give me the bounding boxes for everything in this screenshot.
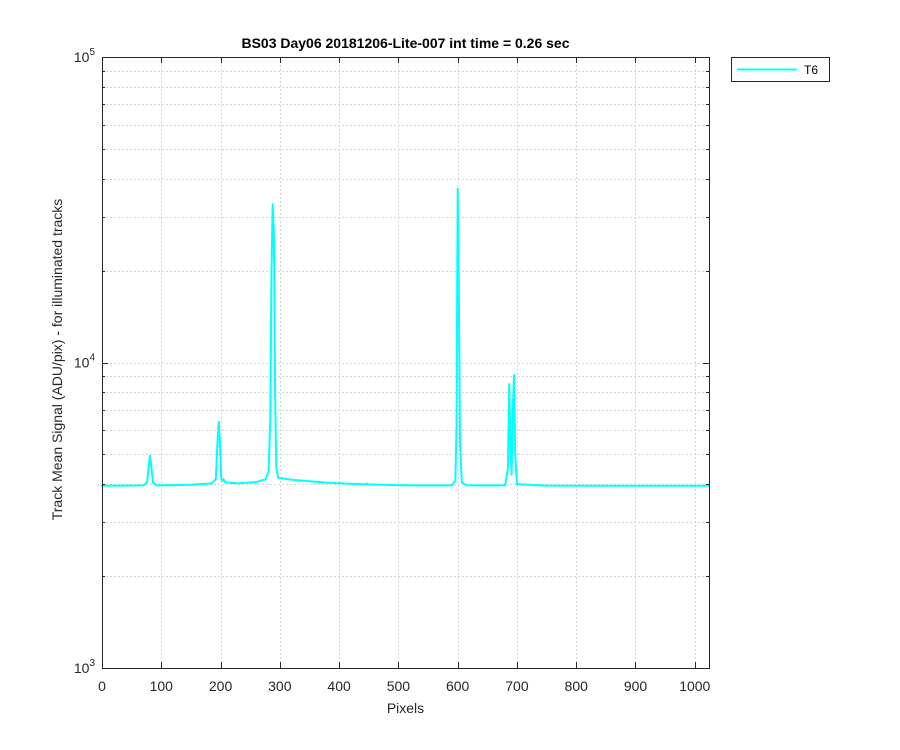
x-tick-label: 500 — [387, 678, 411, 694]
x-tick-label: 200 — [209, 678, 233, 694]
x-tick-label: 600 — [446, 678, 470, 694]
x-tick-label: 400 — [327, 678, 351, 694]
y-tick-label-exponent: 4 — [89, 353, 95, 364]
x-tick-label: 900 — [624, 678, 648, 694]
y-tick-label-base: 10 — [74, 355, 90, 371]
y-tick-label-exponent: 5 — [89, 47, 95, 58]
y-tick-label-exponent: 3 — [89, 658, 95, 669]
y-tick-label-base: 10 — [74, 660, 90, 676]
x-tick-label: 300 — [268, 678, 292, 694]
x-tick-label: 800 — [565, 678, 589, 694]
chart-figure: 0 100 200 300 400 500 600 700 800 900 1000 1031041… — [0, 0, 900, 750]
legend-label-t6: T6 — [804, 63, 818, 77]
x-axis-label: Pixels — [387, 700, 424, 716]
x-tick-label: 1000 — [679, 678, 710, 694]
y-axis-label: Track Mean Signal (ADU/pix) - for illumi… — [49, 199, 65, 521]
plot-area — [102, 57, 709, 668]
y-tick-label-base: 10 — [74, 49, 90, 65]
chart-title: BS03 Day06 20181206-Lite-007 int time = … — [241, 35, 569, 51]
x-tick-label: 100 — [150, 678, 174, 694]
x-tick-label: 700 — [505, 678, 529, 694]
x-tick-label: 0 — [98, 678, 106, 694]
legend: T6 — [731, 57, 830, 82]
